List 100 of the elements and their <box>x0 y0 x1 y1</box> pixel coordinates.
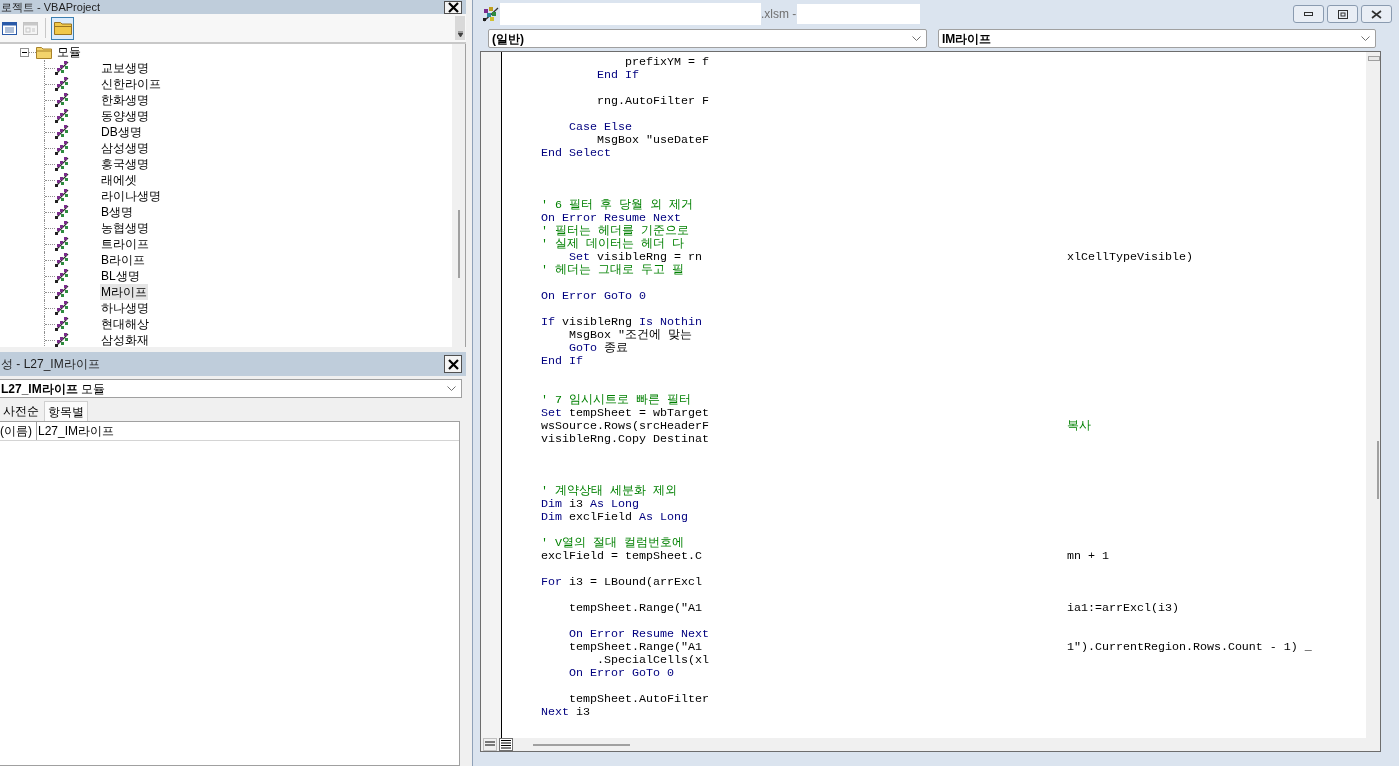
form-window-icon <box>23 21 38 35</box>
close-button[interactable] <box>444 0 462 14</box>
folder-node[interactable]: 모듈 <box>56 44 82 60</box>
code-line: MsgBox "useDateF <box>596 134 709 147</box>
module-icon <box>55 269 69 283</box>
close-icon <box>1371 9 1382 19</box>
code-line: ' 7 임시시트로 빠른 필터 <box>541 394 691 407</box>
caret-down-icon <box>457 31 463 37</box>
module-item[interactable]: 트라이프 <box>100 236 150 252</box>
collapse-icon[interactable] <box>20 47 29 57</box>
toolbar-overflow-button[interactable] <box>455 16 465 40</box>
procedure-dropdown[interactable]: IM라이프 <box>938 29 1376 48</box>
module-item[interactable]: 한화생명 <box>100 92 150 108</box>
minimize-button[interactable] <box>1293 5 1324 23</box>
module-icon <box>55 141 69 155</box>
vertical-scrollbar[interactable] <box>452 44 465 347</box>
code-line: GoTo 종료 <box>569 342 628 355</box>
property-value[interactable]: L27_IM라이프 <box>37 422 115 440</box>
module-item[interactable]: 삼성화재 <box>100 332 150 347</box>
close-icon <box>447 358 459 370</box>
code-line: mn + 1 <box>1067 550 1109 563</box>
module-item[interactable]: 농협생명 <box>100 220 150 236</box>
module-view-button[interactable] <box>499 738 513 751</box>
code-line: Next i3 <box>541 706 590 719</box>
module-item[interactable]: 래에셋 <box>100 172 138 188</box>
panel-title: 로젝트 - VBAProject <box>0 0 101 14</box>
code-line: For i3 = LBound(arrExcl <box>541 576 702 589</box>
module-item[interactable]: 신한라이프 <box>100 76 162 92</box>
module-item[interactable]: 교보생명 <box>100 60 150 76</box>
code-line: ' 필터는 헤더를 기준으로 <box>541 225 689 238</box>
code-line: Set visibleRng = rn <box>569 251 702 264</box>
code-line: End If <box>541 355 583 368</box>
module-item[interactable]: M라이프 <box>100 284 148 300</box>
chevron-down-icon <box>1361 36 1370 41</box>
module-icon <box>55 221 69 235</box>
code-line: End Select <box>541 147 611 160</box>
procedure-view-button[interactable] <box>483 738 497 751</box>
module-item[interactable]: BL생명 <box>100 268 141 284</box>
object-dropdown[interactable]: (일반) <box>488 29 927 48</box>
code-line: visibleRng.Copy Destinat <box>541 433 709 446</box>
code-line: Case Else <box>569 121 632 134</box>
module-item[interactable]: 동양생명 <box>100 108 150 124</box>
module-item[interactable]: B라이프 <box>100 252 146 268</box>
vertical-scrollbar[interactable] <box>1366 52 1380 738</box>
code-line: On Error GoTo 0 <box>569 667 674 680</box>
module-icon <box>55 93 69 107</box>
scrollbar-thumb[interactable] <box>457 210 460 278</box>
code-line: MsgBox "조건에 맞는 <box>569 329 692 342</box>
close-button[interactable] <box>444 355 462 373</box>
code-line: Dim i3 As Long <box>541 498 639 511</box>
module-icon <box>55 333 69 347</box>
close-icon <box>447 1 459 13</box>
code-line: End If <box>596 69 639 82</box>
close-button[interactable] <box>1361 5 1392 23</box>
scrollbar-thumb[interactable] <box>1377 441 1379 499</box>
text-lines-icon <box>485 741 495 748</box>
module-icon <box>55 157 69 171</box>
code-line: ' 계약상태 세분화 제외 <box>541 485 677 498</box>
tab[interactable]: 항목별 <box>44 401 88 421</box>
code-line: tempSheet.Range("A1 <box>569 641 702 654</box>
module-icon <box>55 77 69 91</box>
code-line: Dim exclField As Long <box>541 511 688 524</box>
chevron-down-icon <box>912 36 921 41</box>
panel-title: 성 - L27_IM라이프 <box>0 356 100 373</box>
scrollbar-thumb[interactable] <box>533 743 630 746</box>
code-line: ia1:=arrExcl(i3) <box>1067 602 1179 615</box>
toggle-folders-button[interactable] <box>51 16 74 40</box>
restore-icon <box>1337 9 1348 19</box>
module-item[interactable]: 하나생명 <box>100 300 150 316</box>
module-item[interactable]: DB생명 <box>100 124 143 140</box>
module-icon <box>55 253 69 267</box>
code-line: rng.AutoFilter F <box>596 95 709 108</box>
module-icon <box>55 189 69 203</box>
module-icon <box>55 61 69 75</box>
code-line: exclField = tempSheet.C <box>541 550 702 563</box>
code-line: On Error Resume Next <box>569 628 709 641</box>
code-line: .SpecialCells(xl <box>596 654 709 667</box>
code-line: ' 헤더는 그대로 두고 필 <box>541 264 684 277</box>
window-title: .xlsm - <box>761 6 797 23</box>
module-item[interactable]: 삼성생명 <box>100 140 150 156</box>
module-item[interactable]: 흥국생명 <box>100 156 150 172</box>
code-line: On Error GoTo 0 <box>541 290 646 303</box>
code-line: Set tempSheet = wbTarget <box>541 407 709 420</box>
code-line: ' 실제 데이터는 헤더 다 <box>541 238 684 251</box>
module-item[interactable]: B생명 <box>100 204 134 220</box>
object-dropdown[interactable]: L27_IM라이프 모듈 <box>0 379 462 398</box>
module-item[interactable]: 현대해상 <box>100 316 150 332</box>
code-line: ' V열의 절대 컬럼번호에 <box>541 537 684 550</box>
module-icon <box>55 125 69 139</box>
restore-button[interactable] <box>1327 5 1358 23</box>
folder-icon <box>53 21 72 35</box>
code-line: 1").CurrentRegion.Rows.Count - 1) _ <box>1067 641 1312 654</box>
folder-icon <box>36 45 52 59</box>
code-line: If visibleRng Is Nothin <box>541 316 702 329</box>
property-name: (이름) <box>0 423 32 440</box>
module-item[interactable]: 라이나생명 <box>100 188 162 204</box>
minimize-icon <box>1304 12 1313 16</box>
module-icon <box>55 173 69 187</box>
module-icon <box>483 6 499 22</box>
text-lines-icon <box>501 740 511 749</box>
